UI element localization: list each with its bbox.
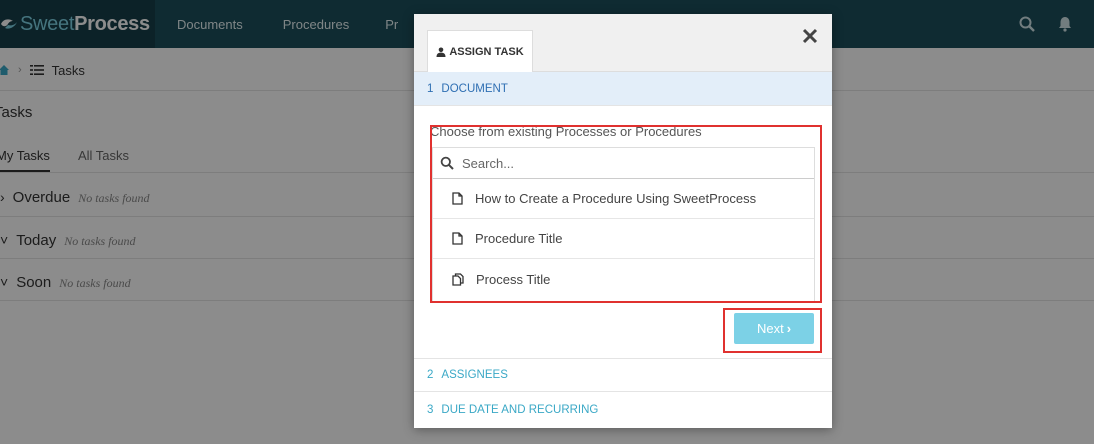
step-number: 2 (427, 369, 434, 381)
step-document[interactable]: 1 DOCUMENT (414, 72, 832, 106)
step-label: DOCUMENT (441, 82, 508, 95)
step-label: DUE DATE AND RECURRING (441, 404, 599, 416)
step-number: 3 (427, 404, 434, 416)
modal-header: ASSIGN TASK (414, 14, 832, 73)
step-assignees[interactable]: 2 ASSIGNEES (414, 358, 832, 392)
tab-label: ASSIGN TASK (449, 46, 524, 58)
highlight-document-list (430, 125, 822, 303)
tab-assign-task[interactable]: ASSIGN TASK (427, 30, 533, 73)
user-icon (436, 47, 446, 57)
step-label: ASSIGNEES (441, 369, 508, 381)
step-due-date[interactable]: 3 DUE DATE AND RECURRING (414, 393, 832, 427)
highlight-next-button (723, 308, 822, 353)
step-number: 1 (427, 82, 434, 95)
close-icon[interactable] (800, 26, 820, 46)
